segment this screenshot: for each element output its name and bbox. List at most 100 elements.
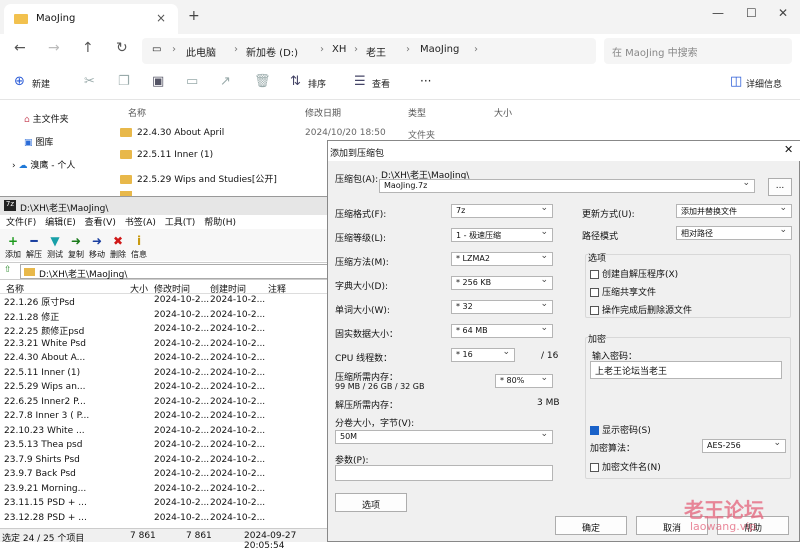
mem-pct-select[interactable]: * 80% (495, 373, 553, 388)
table-row[interactable]: 23.7.9 Shirts Psd 2024-10-2... 2024-10-2..… (0, 454, 330, 468)
fm-tool-5[interactable]: ✖ 删除 (107, 233, 129, 260)
search-input[interactable]: 在 MaoJing 中搜索 (604, 38, 792, 64)
format-select[interactable]: 7z (451, 203, 553, 218)
table-row[interactable]: 22.10.23 White ... 2024-10-2... 2024-10-2.… (0, 425, 330, 439)
table-row[interactable]: 22.1.26 原寸Psd 2024-10-2... 2024-10-2... (0, 294, 330, 308)
table-row[interactable]: 22.5.29 Wips an... 2024-10-2... 2024-10-2.… (0, 381, 330, 395)
up-icon[interactable]: ↑ (82, 40, 94, 56)
cut-icon[interactable]: ✂ (84, 74, 95, 89)
back-icon[interactable]: ← (14, 40, 26, 56)
maximize-icon[interactable]: ☐ (746, 6, 757, 20)
breadcrumb[interactable]: ▭ › 此电脑 › 新加卷 (D:) › XH › 老王 › MaoJing › (142, 38, 596, 64)
encrypt-names-checkbox[interactable]: 加密文件名(N) (590, 460, 661, 473)
cell: 2024-10-2... (210, 483, 266, 494)
fm-tool-1[interactable]: ━ 解压 (23, 233, 45, 260)
crumb-4[interactable]: 老王 (366, 44, 386, 59)
fm-status-bar: 选定 24 / 25 个项目 7 861 7 861 2024-09-27 20… (0, 528, 330, 551)
table-row[interactable]: 22.3.21 White Psd 2024-10-2... 2024-10-2..… (0, 338, 330, 352)
new-tab-button[interactable]: + (188, 8, 200, 24)
crumb-5[interactable]: MaoJing (420, 44, 459, 55)
table-row[interactable]: 22.7.8 Inner 3 ( P... 2024-10-2... 2024-10… (0, 410, 330, 424)
pathmode-select[interactable]: 相对路径 (676, 225, 792, 240)
show-password-checkbox[interactable]: 显示密码(S) (590, 423, 651, 436)
menu-tools[interactable]: 工具(T) (165, 218, 196, 228)
close-tab-icon[interactable]: × (156, 11, 166, 25)
refresh-icon[interactable]: ↻ (116, 40, 128, 56)
table-row[interactable]: 22.2.25 颜修正psd 2024-10-2... 2024-10-2... (0, 323, 330, 337)
gallery-icon: ▣ (24, 138, 33, 148)
crumb-3[interactable]: XH (332, 44, 346, 55)
solid-select[interactable]: * 64 MB (451, 323, 553, 338)
browse-button[interactable]: ... (768, 178, 792, 196)
ok-button[interactable]: 确定 (555, 516, 627, 535)
list-item[interactable]: 22.4.30 About April (120, 128, 224, 138)
delete-icon[interactable]: 🗑 (254, 74, 271, 89)
paste-icon[interactable]: ▣ (152, 74, 164, 89)
nav-home[interactable]: ⌂ 主文件夹 (24, 112, 69, 125)
nav-onedrive[interactable]: › ☁ 溴鹰 - 个人 (12, 158, 75, 171)
menu-bookmarks[interactable]: 书签(A) (125, 218, 156, 228)
fm-tool-3[interactable]: ➜ 复制 (65, 233, 87, 260)
fm-tool-4[interactable]: ➜ 移动 (86, 233, 108, 260)
nav-gallery[interactable]: ▣ 图库 (24, 135, 53, 148)
menu-view[interactable]: 查看(V) (85, 218, 116, 228)
word-select[interactable]: * 32 (451, 299, 553, 314)
col-size[interactable]: 大小 (494, 106, 512, 119)
share-icon[interactable]: ↗ (220, 74, 231, 89)
table-row[interactable]: 22.4.30 About A... 2024-10-2... 2024-10-2.… (0, 352, 330, 366)
dialog-close-icon[interactable]: ✕ (784, 143, 793, 156)
details-button[interactable]: 详细信息 (746, 77, 782, 90)
cpu-select[interactable]: * 16 (451, 347, 515, 362)
list-item[interactable]: 22.5.11 Inner (1) (120, 150, 213, 160)
col-name[interactable]: 名称 (128, 106, 146, 119)
table-row[interactable]: 23.5.13 Thea psd 2024-10-2... 2024-10-2... (0, 439, 330, 453)
forward-icon[interactable]: → (48, 40, 60, 56)
cell: 2024-10-2... (154, 498, 210, 508)
fm-tool-2[interactable]: ▼ 测试 (44, 233, 66, 260)
mem-decomp-label: 解压所需内存： (335, 401, 399, 411)
cell: 2024-10-2... (210, 295, 266, 305)
params-input[interactable] (335, 465, 553, 481)
fm-tool-6[interactable]: i 信息 (128, 233, 150, 260)
new-button[interactable]: 新建 (32, 77, 50, 90)
table-row[interactable]: 23.9.21 Morning... 2024-10-2... 2024-10-2.… (0, 483, 330, 497)
col-type[interactable]: 类型 (408, 106, 426, 119)
up-folder-icon[interactable]: ⇧ (4, 265, 12, 275)
crumb-2[interactable]: 新加卷 (D:) (246, 44, 298, 59)
shared-checkbox[interactable]: 压缩共享文件 (590, 285, 656, 298)
sfx-checkbox[interactable]: 创建自解压程序(X) (590, 267, 678, 280)
method-select[interactable]: * LZMA2 (451, 251, 553, 266)
cell: 2024-10-2... (154, 469, 210, 479)
copy-icon[interactable]: ❐ (118, 74, 130, 89)
table-row[interactable]: 23.12.28 PSD + ... 2024-10-2... 2024-10-2.… (0, 512, 330, 526)
minimize-icon[interactable]: — (712, 6, 724, 20)
fm-tool-0[interactable]: + 添加 (2, 233, 24, 260)
table-row[interactable]: 23.11.15 PSD + ... 2024-10-2... 2024-10-2.… (0, 497, 330, 511)
table-row[interactable]: 23.9.7 Back Psd 2024-10-2... 2024-10-2... (0, 468, 330, 482)
dict-select[interactable]: * 256 KB (451, 275, 553, 290)
crumb-1[interactable]: 此电脑 (186, 44, 216, 59)
close-window-icon[interactable]: ✕ (778, 6, 788, 20)
fm-path-input[interactable]: D:\XH\老王\MaoJing\ (20, 264, 328, 280)
sort-button[interactable]: 排序 (308, 77, 326, 90)
split-combo[interactable]: 50M (335, 429, 553, 444)
delete-checkbox[interactable]: 操作完成后删除源文件 (590, 303, 692, 316)
more-button[interactable]: ··· (420, 74, 431, 88)
password-input[interactable]: 上老王论坛当老王 (590, 361, 782, 379)
tab-maojing[interactable]: MaoJing × (4, 4, 178, 34)
menu-file[interactable]: 文件(F) (6, 218, 36, 228)
enc-method-select[interactable]: AES-256 (702, 438, 786, 453)
rename-icon[interactable]: ▭ (186, 74, 198, 89)
table-row[interactable]: 22.1.28 修正 2024-10-2... 2024-10-2... (0, 309, 330, 323)
menu-edit[interactable]: 编辑(E) (45, 218, 76, 228)
table-row[interactable]: 22.6.25 Inner2 P... 2024-10-2... 2024-10-2… (0, 396, 330, 410)
archive-name-combo[interactable]: MaoJing.7z (379, 178, 755, 193)
col-date[interactable]: 修改日期 (305, 106, 341, 119)
list-item[interactable]: 22.5.29 Wips and Studies[公开] (120, 172, 277, 185)
update-select[interactable]: 添加并替换文件 (676, 203, 792, 218)
level-select[interactable]: 1 - 极速压缩 (451, 227, 553, 242)
options-button[interactable]: 选项 (335, 493, 407, 512)
view-button[interactable]: 查看 (372, 77, 390, 90)
table-row[interactable]: 22.5.11 Inner (1) 2024-10-2... 2024-10-2..… (0, 367, 330, 381)
menu-help[interactable]: 帮助(H) (204, 218, 236, 228)
